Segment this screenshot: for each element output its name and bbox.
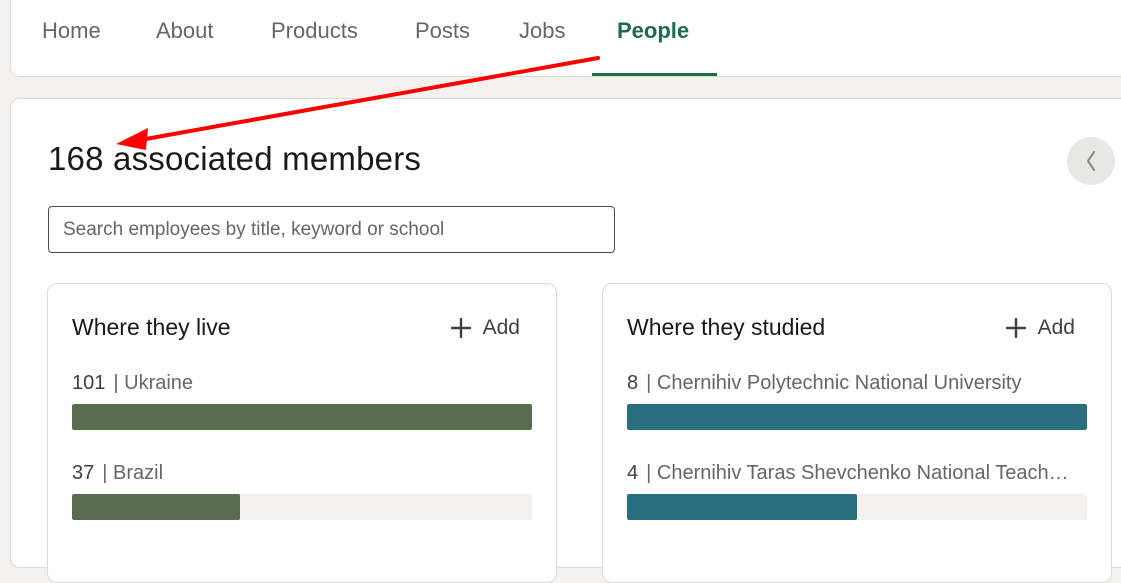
stat-label: | Ukraine: [113, 372, 194, 394]
tab-jobs[interactable]: Jobs: [519, 0, 565, 66]
stat-bar-track[interactable]: [627, 494, 1087, 520]
stat-bar-track[interactable]: [72, 404, 532, 430]
page-title: 168 associated members: [48, 140, 422, 177]
stat-count: 101: [72, 372, 106, 394]
chevron-left-icon: [1086, 150, 1096, 172]
stat-bar-fill: [72, 494, 241, 520]
scroll-left-button[interactable]: [1067, 137, 1115, 185]
stat-bar-fill: [627, 404, 1087, 430]
stat-label: | Chernihiv Taras Shevchenko National Te…: [646, 462, 1069, 484]
stat-bar-track[interactable]: [72, 494, 532, 520]
stat-row-brazil[interactable]: 37 | Brazil: [72, 462, 532, 485]
add-location-button[interactable]: Add: [450, 312, 520, 344]
where-they-live-card: Where they live Add 101 | Ukraine 37 | Bra…: [47, 283, 557, 583]
card-title: Where they live: [72, 314, 231, 340]
tab-home[interactable]: Home: [42, 0, 101, 66]
tab-products[interactable]: Products: [271, 0, 358, 66]
stat-count: 4: [627, 462, 639, 484]
tab-people[interactable]: People: [617, 0, 689, 66]
add-label: Add: [482, 316, 520, 339]
add-label: Add: [1037, 316, 1075, 339]
tab-posts[interactable]: Posts: [415, 0, 470, 66]
card-title: Where they studied: [627, 314, 826, 340]
stat-count: 37: [72, 462, 95, 484]
stat-bar-track[interactable]: [627, 404, 1087, 430]
where-they-studied-card: Where they studied Add 8 | Chernihiv Poly…: [602, 283, 1112, 583]
plus-icon: [450, 318, 471, 338]
search-input[interactable]: [48, 206, 615, 253]
stat-label: | Chernihiv Polytechnic National Univers…: [646, 372, 1022, 394]
add-school-button[interactable]: Add: [1005, 312, 1075, 344]
plus-icon: [1005, 318, 1026, 338]
stat-row-ukraine[interactable]: 101 | Ukraine: [72, 372, 532, 395]
stat-bar-fill: [72, 404, 532, 430]
active-tab-underline: [592, 73, 717, 76]
stat-bar-fill: [627, 494, 857, 520]
stat-label: | Brazil: [102, 462, 164, 484]
stat-row-shevchenko[interactable]: 4 | Chernihiv Taras Shevchenko National T…: [627, 462, 1087, 485]
stat-count: 8: [627, 372, 639, 394]
stat-row-polytechnic[interactable]: 8 | Chernihiv Polytechnic National Univer…: [627, 372, 1087, 395]
tab-about[interactable]: About: [156, 0, 214, 66]
